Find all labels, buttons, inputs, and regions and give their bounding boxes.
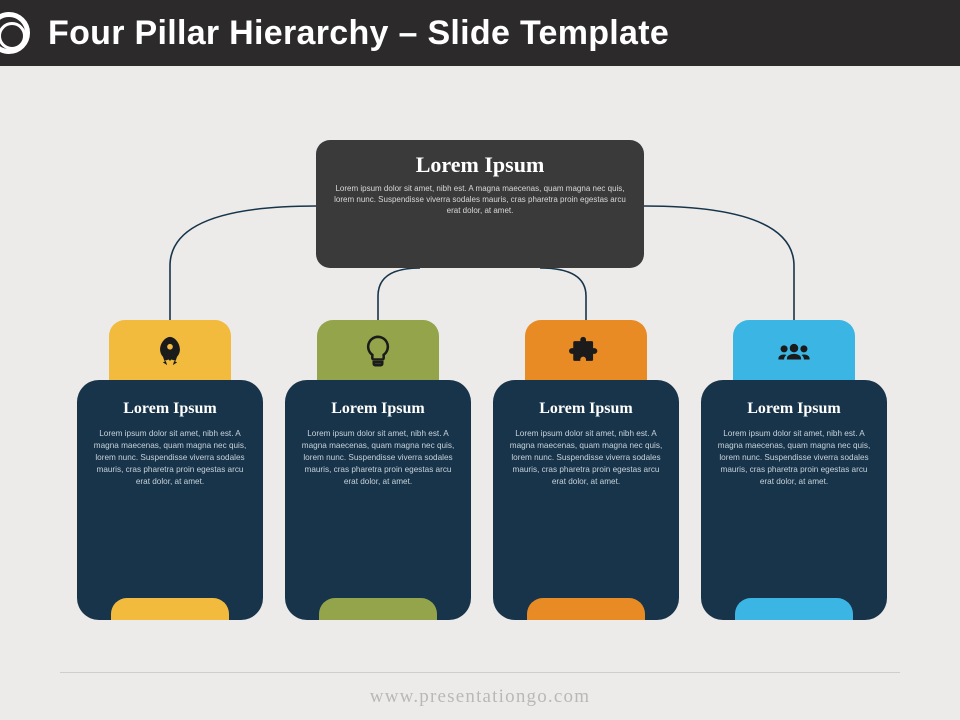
pillar-2-title: Lorem Ipsum bbox=[301, 400, 455, 418]
pillar-4: Lorem Ipsum Lorem ipsum dolor sit amet, … bbox=[701, 320, 887, 620]
pillar-1-body: Lorem ipsum dolor sit amet, nibh est. A … bbox=[93, 428, 247, 487]
footer-url: www.presentationgo.com bbox=[370, 686, 590, 707]
pillar-1-tab bbox=[109, 320, 231, 386]
pillar-4-card: Lorem Ipsum Lorem ipsum dolor sit amet, … bbox=[701, 380, 887, 620]
pillar-4-tab bbox=[733, 320, 855, 386]
bulb-icon bbox=[361, 334, 395, 373]
footer: www.presentationgo.com bbox=[0, 672, 960, 720]
pillar-4-title: Lorem Ipsum bbox=[717, 400, 871, 418]
diagram-canvas: Lorem Ipsum Lorem ipsum dolor sit amet, … bbox=[0, 66, 960, 646]
pillar-2-accent bbox=[319, 598, 437, 620]
pillar-3-body: Lorem ipsum dolor sit amet, nibh est. A … bbox=[509, 428, 663, 487]
pillar-4-accent bbox=[735, 598, 853, 620]
pillar-1-accent bbox=[111, 598, 229, 620]
people-icon bbox=[777, 334, 811, 373]
page-title: Four Pillar Hierarchy – Slide Template bbox=[48, 14, 669, 53]
pillars-row: Lorem Ipsum Lorem ipsum dolor sit amet, … bbox=[77, 320, 887, 620]
pillar-4-body: Lorem ipsum dolor sit amet, nibh est. A … bbox=[717, 428, 871, 487]
pillar-3-accent bbox=[527, 598, 645, 620]
rocket-icon bbox=[153, 334, 187, 373]
pillar-1-card: Lorem Ipsum Lorem ipsum dolor sit amet, … bbox=[77, 380, 263, 620]
puzzle-icon bbox=[569, 334, 603, 373]
pillar-1-title: Lorem Ipsum bbox=[93, 400, 247, 418]
pillar-3-title: Lorem Ipsum bbox=[509, 400, 663, 418]
root-body: Lorem ipsum dolor sit amet, nibh est. A … bbox=[334, 184, 626, 216]
logo-circle-icon bbox=[0, 12, 30, 54]
pillar-2-body: Lorem ipsum dolor sit amet, nibh est. A … bbox=[301, 428, 455, 487]
hierarchy-root-box: Lorem Ipsum Lorem ipsum dolor sit amet, … bbox=[316, 140, 644, 268]
pillar-3-card: Lorem Ipsum Lorem ipsum dolor sit amet, … bbox=[493, 380, 679, 620]
pillar-3-tab bbox=[525, 320, 647, 386]
pillar-2-tab bbox=[317, 320, 439, 386]
pillar-1: Lorem Ipsum Lorem ipsum dolor sit amet, … bbox=[77, 320, 263, 620]
root-title: Lorem Ipsum bbox=[334, 152, 626, 178]
pillar-2-card: Lorem Ipsum Lorem ipsum dolor sit amet, … bbox=[285, 380, 471, 620]
pillar-2: Lorem Ipsum Lorem ipsum dolor sit amet, … bbox=[285, 320, 471, 620]
pillar-3: Lorem Ipsum Lorem ipsum dolor sit amet, … bbox=[493, 320, 679, 620]
header-bar: Four Pillar Hierarchy – Slide Template bbox=[0, 0, 960, 66]
